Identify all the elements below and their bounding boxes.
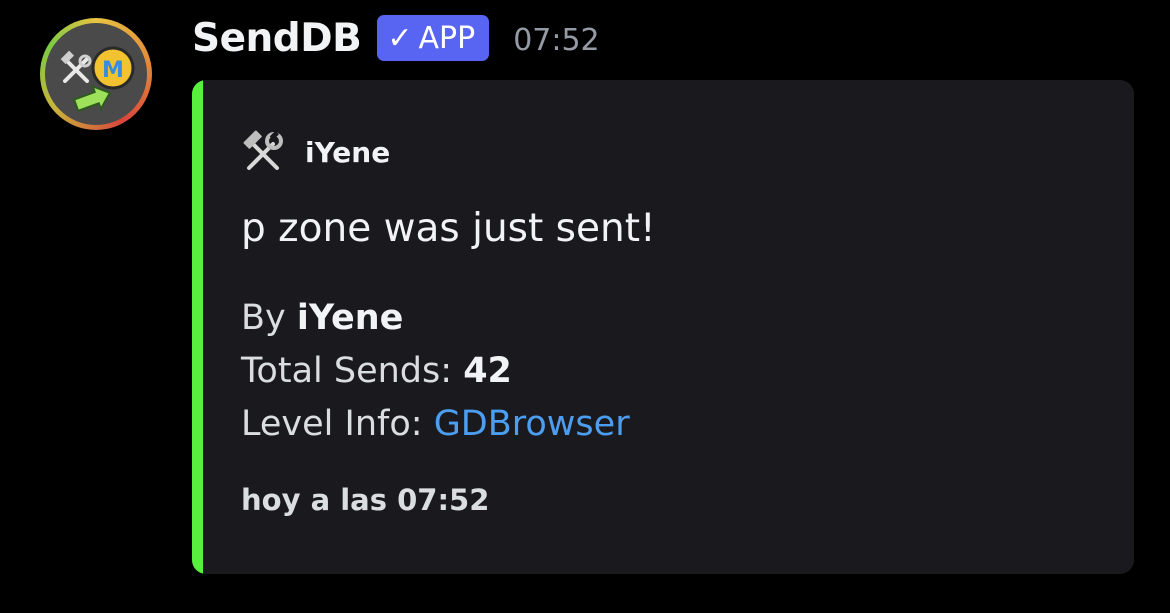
total-sends-label: Total Sends: xyxy=(241,351,453,391)
hammer-and-wrench-icon xyxy=(241,130,285,174)
embed-description: By iYene Total Sends: 42 Level Info: GDB… xyxy=(241,292,630,451)
svg-text:M: M xyxy=(102,58,124,83)
gdbrowser-link[interactable]: GDBrowser xyxy=(434,404,630,444)
checkmark-icon: ✓ xyxy=(387,20,413,56)
app-badge: ✓ APP xyxy=(377,15,490,61)
level-info-row: Level Info: GDBrowser xyxy=(241,398,630,451)
app-badge-label: APP xyxy=(418,20,476,56)
bot-avatar-icon: M xyxy=(45,23,147,125)
chat-message: M SendDB ✓ APP 07:52 iYene p zone was ju… xyxy=(0,0,1170,613)
total-sends-row: Total Sends: 42 xyxy=(241,345,630,398)
level-info-label: Level Info: xyxy=(241,404,423,444)
by-value: iYene xyxy=(296,298,404,338)
author-username[interactable]: SendDB xyxy=(192,16,362,61)
embed-accent-bar xyxy=(192,80,203,574)
by-row: By iYene xyxy=(241,292,630,345)
bot-avatar[interactable]: M xyxy=(40,18,152,130)
embed-footer-timestamp: hoy a las 07:52 xyxy=(241,483,490,517)
message-timestamp[interactable]: 07:52 xyxy=(513,23,599,58)
embed-author[interactable]: iYene xyxy=(241,130,390,174)
embed-card: iYene p zone was just sent! By iYene Tot… xyxy=(192,80,1134,574)
embed-title: p zone was just sent! xyxy=(241,206,656,251)
embed-author-name: iYene xyxy=(305,135,391,169)
by-label: By xyxy=(241,298,286,338)
message-header: SendDB ✓ APP 07:52 xyxy=(192,12,600,64)
total-sends-value: 42 xyxy=(463,351,512,391)
